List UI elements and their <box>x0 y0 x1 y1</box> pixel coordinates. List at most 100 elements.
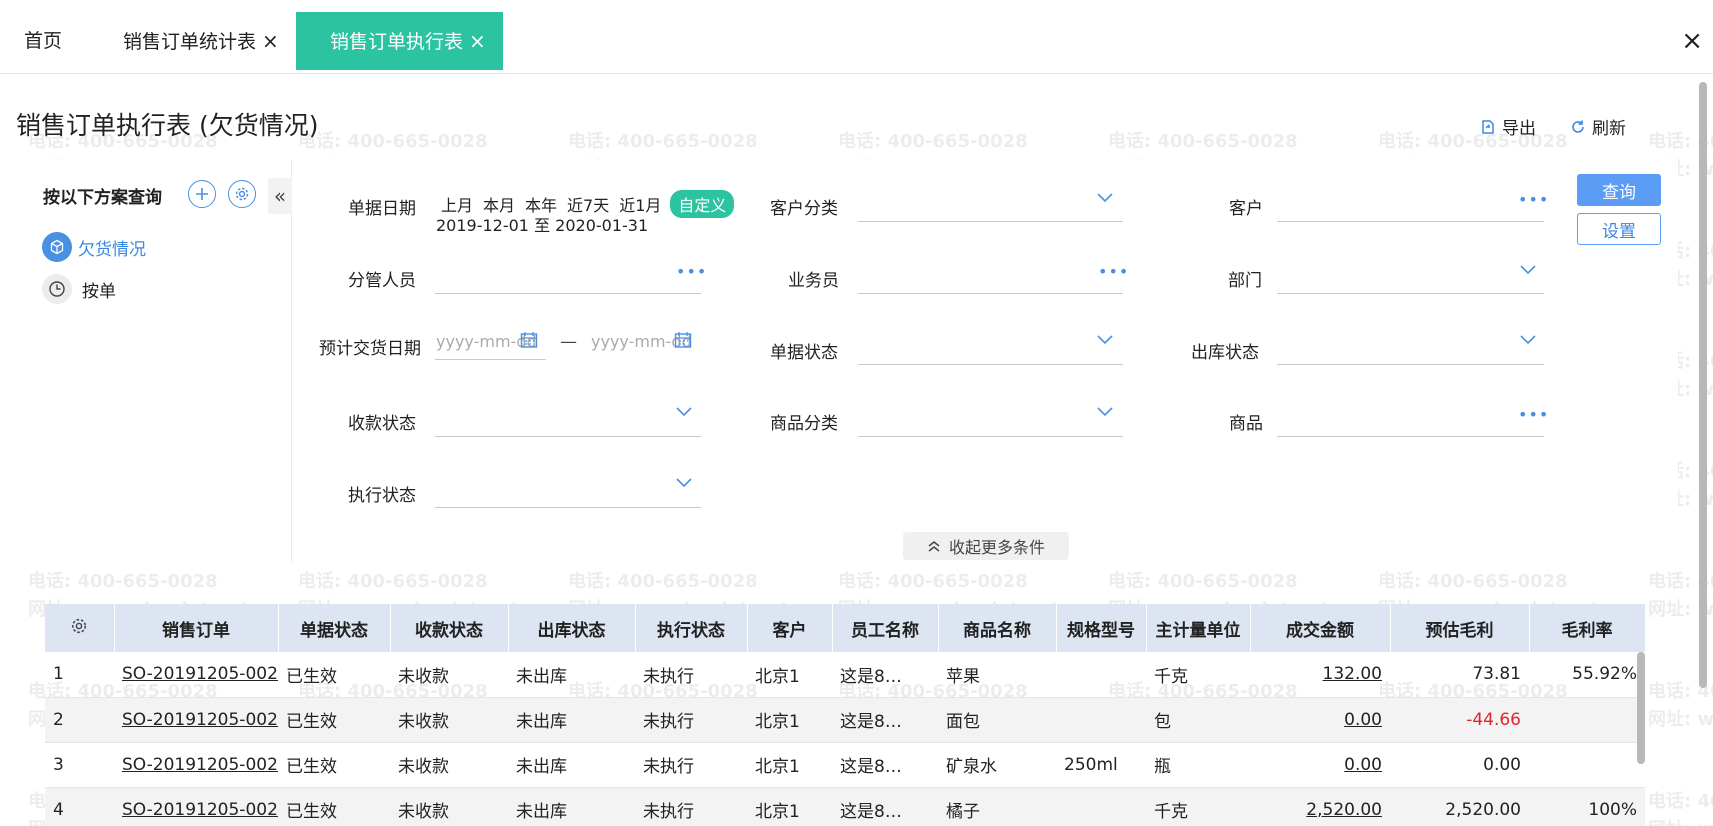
page-scrollbar[interactable] <box>1699 82 1707 688</box>
payment-status-label: 收款状态 <box>348 414 416 434</box>
amount-link[interactable]: 0.00 <box>1250 697 1390 743</box>
query-button[interactable]: 查询 <box>1577 174 1661 206</box>
customer-category-select[interactable] <box>858 221 1123 222</box>
calendar-icon[interactable] <box>674 331 692 349</box>
amount-link[interactable]: 2,520.00 <box>1250 787 1390 826</box>
export-button[interactable]: 导出 <box>1480 114 1536 139</box>
column-header[interactable]: 客户 <box>747 604 833 652</box>
refresh-button[interactable]: 刷新 <box>1570 114 1626 139</box>
tab-sales-order-stats[interactable]: 销售订单统计表 × <box>111 12 291 70</box>
column-header[interactable]: 执行状态 <box>635 604 748 652</box>
amount-link[interactable]: 132.00 <box>1250 652 1390 698</box>
column-header[interactable]: 主计量单位 <box>1146 604 1251 652</box>
chevron-down-icon[interactable] <box>1096 406 1114 418</box>
tab-label: 销售订单统计表 <box>123 31 257 53</box>
add-scheme-button[interactable] <box>188 180 216 208</box>
column-header[interactable]: 成交金额 <box>1250 604 1391 652</box>
margin-cell <box>1529 742 1645 788</box>
unit-cell: 千克 <box>1146 652 1250 698</box>
doc-date-label: 单据日期 <box>348 199 416 219</box>
doc-status-cell: 已生效 <box>278 742 390 788</box>
table-scrollbar[interactable] <box>1637 652 1645 764</box>
chevron-down-icon[interactable] <box>1519 334 1537 346</box>
collapse-sidebar-button[interactable]: « <box>268 178 292 214</box>
column-header[interactable]: 预估毛利 <box>1390 604 1530 652</box>
date-option-custom[interactable]: 自定义 <box>670 190 735 218</box>
employee-cell: 这是8… <box>832 652 938 698</box>
order-link[interactable]: SO-20191205-0026 <box>114 697 278 743</box>
table-row[interactable]: 2 SO-20191205-0026 已生效 未收款 未出库 未执行 北京1 这… <box>45 697 1645 743</box>
payment-status-select[interactable] <box>435 436 701 437</box>
doc-status-cell: 已生效 <box>278 697 390 743</box>
chevron-down-icon[interactable] <box>675 406 693 418</box>
export-icon <box>1480 119 1496 135</box>
column-header[interactable]: 单据状态 <box>278 604 391 652</box>
outbound-status-select[interactable] <box>1277 364 1544 365</box>
table-row[interactable]: 4 SO-20191205-0028 已生效 未收款 未出库 未执行 北京1 这… <box>45 787 1645 826</box>
more-icon[interactable]: ••• <box>1518 407 1549 423</box>
column-header[interactable]: 毛利率 <box>1529 604 1646 652</box>
more-icon[interactable]: ••• <box>1098 264 1129 280</box>
double-chevron-left-icon: « <box>273 184 287 208</box>
payment-cell: 未收款 <box>390 787 508 826</box>
amount-link[interactable]: 0.00 <box>1250 742 1390 788</box>
chevron-down-icon[interactable] <box>1096 334 1114 346</box>
scheme-label: 欠货情况 <box>78 239 146 260</box>
scheme-item-shortage[interactable]: 欠货情况 <box>42 232 146 262</box>
table-row[interactable]: 3 SO-20191205-0027 已生效 未收款 未出库 未执行 北京1 这… <box>45 742 1645 788</box>
outbound-cell: 未出库 <box>508 652 635 698</box>
exec-status-select[interactable] <box>435 507 701 508</box>
outbound-cell: 未出库 <box>508 742 635 788</box>
manager-label: 分管人员 <box>348 271 416 291</box>
cube-icon <box>42 232 72 262</box>
chevron-down-icon[interactable] <box>1096 192 1114 204</box>
close-icon[interactable]: × <box>262 29 279 53</box>
customer-cell: 北京1 <box>747 787 832 826</box>
column-header[interactable]: 收款状态 <box>390 604 509 652</box>
exec-status-label: 执行状态 <box>348 486 416 506</box>
manager-input[interactable] <box>435 293 701 294</box>
employee-cell: 这是8… <box>832 742 938 788</box>
chevron-down-icon[interactable] <box>1519 264 1537 276</box>
product-input[interactable] <box>1277 436 1544 437</box>
product-category-select[interactable] <box>858 436 1123 437</box>
settings-button[interactable]: 设置 <box>1577 213 1661 245</box>
customer-input[interactable] <box>1277 221 1544 222</box>
tab-sales-order-exec[interactable]: 销售订单执行表 × <box>296 12 503 70</box>
column-settings-button[interactable] <box>45 604 115 652</box>
table-row[interactable]: 1 SO-20191205-0025 已生效 未收款 未出库 未执行 北京1 这… <box>45 652 1645 698</box>
payment-cell: 未收款 <box>390 652 508 698</box>
profit-cell: 0.00 <box>1390 742 1529 788</box>
outbound-cell: 未出库 <box>508 697 635 743</box>
more-icon[interactable]: ••• <box>676 264 707 280</box>
order-link[interactable]: SO-20191205-0027 <box>114 742 278 788</box>
doc-status-select[interactable] <box>858 364 1123 365</box>
gear-icon <box>72 618 87 633</box>
column-header[interactable]: 规格型号 <box>1056 604 1147 652</box>
column-header[interactable]: 商品名称 <box>938 604 1057 652</box>
close-icon[interactable]: × <box>469 29 486 53</box>
product-cell: 面包 <box>938 697 1056 743</box>
customer-cell: 北京1 <box>747 652 832 698</box>
tab-home[interactable]: 首页 <box>12 12 74 70</box>
collapse-more-label: 收起更多条件 <box>948 538 1045 557</box>
calendar-icon[interactable] <box>520 331 538 349</box>
column-header[interactable]: 销售订单 <box>114 604 279 652</box>
collapse-more-button[interactable]: 收起更多条件 <box>903 532 1069 560</box>
doc-status-cell: 已生效 <box>278 652 390 698</box>
scheme-settings-button[interactable] <box>228 180 256 208</box>
scheme-item-by-order[interactable]: 按单 <box>42 274 116 304</box>
order-link[interactable]: SO-20191205-0028 <box>114 787 278 826</box>
chevron-down-icon[interactable] <box>675 477 693 489</box>
close-window-icon[interactable]: × <box>1681 26 1703 56</box>
tab-label: 销售订单执行表 <box>330 31 464 53</box>
payment-cell: 未收款 <box>390 697 508 743</box>
row-number: 4 <box>45 787 114 826</box>
department-select[interactable] <box>1277 293 1544 294</box>
order-link[interactable]: SO-20191205-0025 <box>114 652 278 698</box>
unit-cell: 瓶 <box>1146 742 1250 788</box>
column-header[interactable]: 出库状态 <box>508 604 636 652</box>
column-header[interactable]: 员工名称 <box>832 604 939 652</box>
salesperson-input[interactable] <box>858 293 1123 294</box>
more-icon[interactable]: ••• <box>1518 192 1549 208</box>
